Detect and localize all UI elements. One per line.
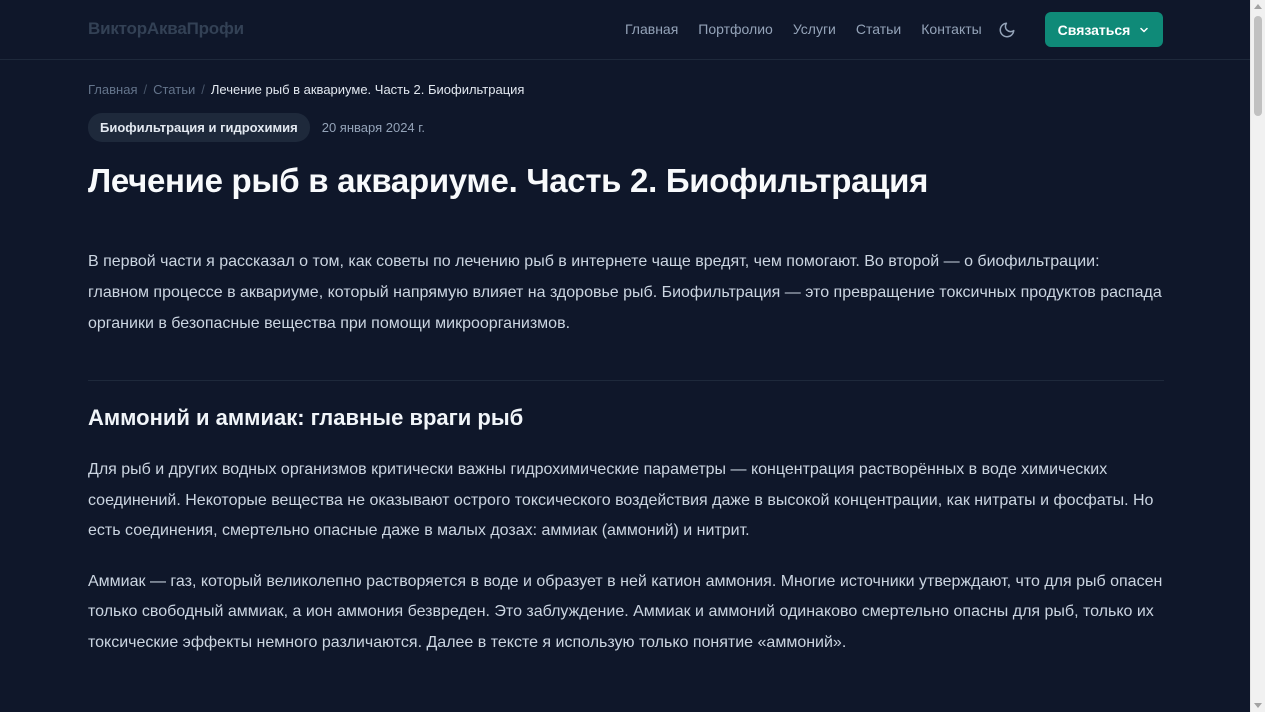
- contact-button-label: Связаться: [1057, 21, 1131, 38]
- page-title: Лечение рыб в аквариуме. Часть 2. Биофил…: [88, 162, 929, 199]
- section-heading: Аммоний и аммиак: главные враги рыб: [88, 405, 524, 430]
- nav-item-portfolio[interactable]: Портфолио: [698, 21, 773, 37]
- nav-item-services[interactable]: Услуги: [793, 21, 836, 37]
- breadcrumb-current: Лечение рыб в аквариуме. Часть 2. Биофил…: [210, 82, 525, 97]
- article-lead: В первой части я рассказал о том, как со…: [88, 253, 1162, 332]
- publish-date: 20 января 2024 г.: [321, 120, 426, 135]
- article-meta: Биофильтрация и гидрохимия 20 января 202…: [88, 113, 1164, 142]
- nav-item-contacts[interactable]: Контакты: [921, 21, 981, 37]
- breadcrumb: Главная / Статьи / Лечение рыб в аквариу…: [88, 82, 1164, 97]
- article-paragraph-2: Аммиак — газ, который великолепно раство…: [88, 572, 1163, 651]
- contact-button[interactable]: Связаться: [1045, 12, 1163, 47]
- theme-toggle-button[interactable]: [996, 19, 1018, 41]
- site-logo[interactable]: ВикторАкваПрофи: [88, 19, 244, 39]
- scroll-down-arrow-icon[interactable]: [1254, 703, 1262, 708]
- breadcrumb-separator: /: [143, 82, 148, 97]
- nav-item-home[interactable]: Главная: [625, 21, 678, 37]
- site-header: ВикторАкваПрофи Главная Портфолио Услуги…: [0, 0, 1250, 60]
- main-nav: Главная Портфолио Услуги Статьи Контакты: [625, 21, 982, 37]
- breadcrumb-section[interactable]: Статьи: [153, 82, 195, 97]
- nav-item-articles[interactable]: Статьи: [856, 21, 901, 37]
- vertical-scrollbar[interactable]: [1250, 0, 1265, 712]
- breadcrumb-separator: /: [201, 82, 205, 97]
- moon-icon: [999, 22, 1015, 38]
- divider: [88, 380, 1164, 381]
- article-content: Главная / Статьи / Лечение рыб в аквариу…: [88, 60, 1164, 658]
- article-paragraph-1: Для рыб и других водных организмов крити…: [88, 461, 1154, 539]
- scroll-up-arrow-icon[interactable]: [1254, 4, 1262, 9]
- scrollbar-thumb[interactable]: [1254, 16, 1262, 116]
- breadcrumb-home[interactable]: Главная: [88, 82, 137, 97]
- category-badge[interactable]: Биофильтрация и гидрохимия: [88, 113, 310, 142]
- chevron-down-icon: [1140, 27, 1149, 32]
